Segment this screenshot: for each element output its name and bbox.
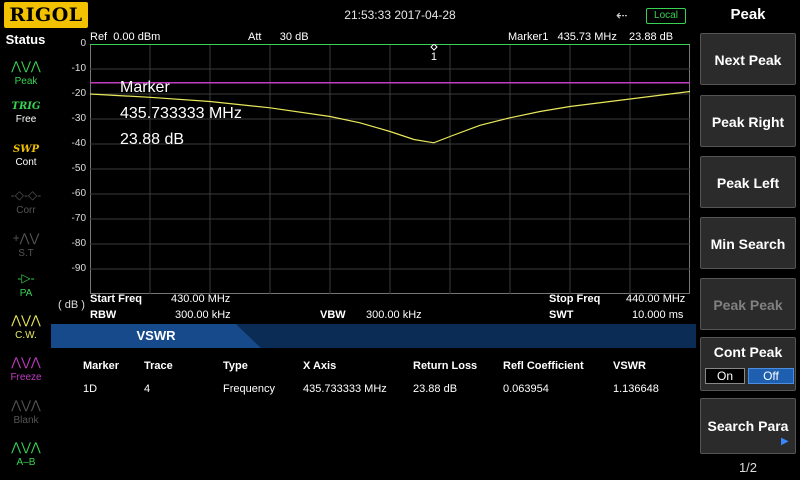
marker-readout: Marker1 435.73 MHz 23.88 dB <box>508 31 674 43</box>
vbw-value[interactable]: 300.00 kHz <box>366 309 422 321</box>
rbw-label: RBW <box>90 309 117 321</box>
corr-icon: -◇-◇- <box>10 188 42 202</box>
min-search-button[interactable]: Min Search <box>700 217 796 269</box>
next-peak-button[interactable]: Next Peak <box>700 33 796 85</box>
column-header: X Axis <box>303 360 337 372</box>
column-header: VSWR <box>613 360 646 372</box>
y-tick-label: 0 <box>80 38 86 49</box>
status-corr[interactable]: -◇-◇- Corr <box>6 185 46 225</box>
column-header: Return Loss <box>413 360 478 372</box>
trig-icon: TRIG <box>11 101 41 112</box>
table-cell: 4 <box>144 383 151 395</box>
status-label: C.W. <box>15 330 37 341</box>
menu-page-indicator: 1/2 <box>738 460 758 475</box>
marker-box-value: 23.88 dB <box>120 131 185 148</box>
status-label: A–B <box>16 457 36 468</box>
table-cell: Frequency <box>223 383 275 395</box>
y-tick-label: -10 <box>71 63 86 74</box>
status-a-minus-b[interactable]: ⋀⋁⋀ A–B <box>6 437 46 477</box>
stop-freq-label: Stop Freq <box>549 293 601 305</box>
pa-icon: -▷- <box>17 271 35 285</box>
st-icon: +⋀⋁ <box>12 231 40 245</box>
y-tick-label: -50 <box>71 163 86 174</box>
peak-icon: ⋀⋁⋀ <box>11 59 41 73</box>
usb-icon: ⇠ <box>616 7 628 23</box>
marker-box-frequency: 435.733333 MHz <box>120 105 242 122</box>
search-para-label: Search Para <box>707 418 789 434</box>
table-cell: 0.063954 <box>503 383 549 395</box>
status-title: Status <box>5 32 46 47</box>
rigol-logo: RIGOL <box>4 2 88 28</box>
column-header: Trace <box>144 360 173 372</box>
y-tick-label: -80 <box>71 238 86 249</box>
marker-symbol: 1 <box>430 44 438 63</box>
vswr-table: Marker Trace Type X Axis Return Loss Ref… <box>51 348 696 480</box>
local-badge[interactable]: Local <box>646 8 686 24</box>
status-pa[interactable]: -▷- PA <box>6 268 46 308</box>
start-freq-value[interactable]: 430.00 MHz <box>171 293 230 305</box>
y-tick-label: -30 <box>71 113 86 124</box>
blank-icon: ⋀⋁⋀ <box>11 398 41 412</box>
status-label: Peak <box>14 76 38 87</box>
menu-title: Peak <box>730 6 766 23</box>
table-cell: 1D <box>83 383 98 395</box>
status-sweep[interactable]: SWP Cont <box>6 143 46 183</box>
vbw-label: VBW <box>320 309 346 321</box>
table-cell: 23.88 dB <box>413 383 458 395</box>
peak-left-button[interactable]: Peak Left <box>700 156 796 208</box>
column-header: Refl Coefficient <box>503 360 584 372</box>
status-blank[interactable]: ⋀⋁⋀ Blank <box>6 395 46 435</box>
table-cell: 435.733333 MHz <box>303 383 387 395</box>
status-label: Free <box>15 114 37 125</box>
cont-peak-on-option[interactable]: On <box>705 368 745 384</box>
status-freeze[interactable]: ⋀⋁⋀ Freeze <box>6 352 46 392</box>
cont-peak-label: Cont Peak <box>713 344 783 360</box>
cont-peak-off-option[interactable]: Off <box>748 368 794 384</box>
status-peak[interactable]: ⋀⋁⋀ Peak <box>6 56 46 96</box>
marker-info-box: Marker 435.733333 MHz 23.88 dB <box>120 75 242 153</box>
cw-icon: ⋀⋁⋀ <box>11 313 41 327</box>
status-label: Freeze <box>10 372 42 383</box>
y-unit-label: ( dB ) <box>58 299 85 311</box>
rbw-value[interactable]: 300.00 kHz <box>175 309 231 321</box>
ref-level[interactable]: Ref 0.00 dBm <box>90 31 160 43</box>
swt-value[interactable]: 10.000 ms <box>632 309 683 321</box>
column-header: Marker <box>83 360 120 372</box>
status-st[interactable]: +⋀⋁ S.T <box>6 228 46 268</box>
marker-number-label: 1 <box>431 51 437 63</box>
column-header: Type <box>223 360 248 372</box>
y-tick-label: -70 <box>71 213 86 224</box>
status-label: PA <box>19 288 33 299</box>
table-cell: 1.136648 <box>613 383 659 395</box>
start-freq-label: Start Freq <box>90 293 142 305</box>
peak-right-button[interactable]: Peak Right <box>700 95 796 147</box>
sweep-icon: SWP <box>13 144 39 155</box>
status-label: Cont <box>15 157 37 168</box>
y-tick-label: -20 <box>71 88 86 99</box>
peak-peak-button: Peak Peak <box>700 278 796 330</box>
swt-label: SWT <box>549 309 574 321</box>
status-trig[interactable]: TRIG Free <box>6 100 46 140</box>
status-label: Corr <box>16 205 36 216</box>
y-tick-label: -60 <box>71 188 86 199</box>
datetime: 21:53:33 2017-04-28 <box>344 8 456 22</box>
stop-freq-value[interactable]: 440.00 MHz <box>626 293 685 305</box>
submenu-arrow-icon: ▶ <box>781 436 789 447</box>
tab-vswr[interactable]: VSWR <box>51 324 261 348</box>
attenuation[interactable]: Att 30 dB <box>248 31 309 43</box>
marker-box-title: Marker <box>120 79 170 96</box>
y-tick-label: -90 <box>71 263 86 274</box>
status-cw[interactable]: ⋀⋁⋀ C.W. <box>6 310 46 350</box>
y-tick-label: -40 <box>71 138 86 149</box>
status-label: S.T <box>18 248 34 259</box>
a-minus-b-icon: ⋀⋁⋀ <box>11 440 41 454</box>
freeze-icon: ⋀⋁⋀ <box>11 355 41 369</box>
status-label: Blank <box>13 415 39 426</box>
